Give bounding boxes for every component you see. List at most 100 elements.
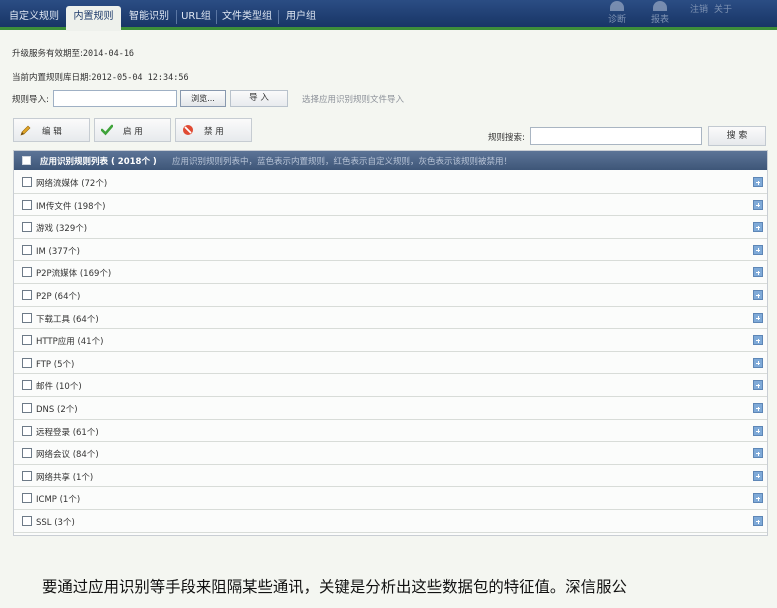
row-checkbox[interactable] — [22, 403, 32, 413]
expand-icon[interactable] — [753, 335, 763, 346]
expand-icon[interactable] — [753, 222, 763, 233]
table-row[interactable]: HTTP应用 (41个) — [14, 329, 767, 352]
check-icon — [101, 124, 113, 136]
row-checkbox[interactable] — [22, 244, 32, 255]
row-category-label: 下载工具 (64个) — [36, 314, 99, 325]
logout-link[interactable]: 注销 — [690, 2, 708, 15]
row-checkbox[interactable] — [22, 357, 32, 368]
table-row[interactable]: SSL (3个) — [14, 510, 767, 533]
table-row[interactable]: 网络共享 (1个) — [14, 465, 767, 488]
table-row[interactable]: 游戏 (329个) — [14, 216, 767, 239]
table-header: 应用识别规则列表 ( 2018个 ) 应用识别规则列表中，蓝色表示内置规则，红色… — [14, 151, 767, 170]
table-row[interactable]: 远程登录 (61个) — [14, 420, 767, 443]
expand-icon[interactable] — [753, 493, 763, 504]
diagnose-button[interactable]: 诊断 — [605, 1, 629, 25]
row-category-label: P2P流媒体 (169个) — [36, 269, 112, 280]
row-category-label: 游戏 (329个) — [36, 224, 88, 235]
row-category-label: IM (377个) — [36, 246, 80, 257]
select-all-checkbox[interactable] — [22, 156, 31, 165]
diagnose-label: 诊断 — [607, 15, 626, 25]
import-button[interactable]: 导 入 — [230, 90, 288, 107]
diagnose-icon — [610, 1, 624, 11]
browse-button[interactable]: 浏览... — [180, 90, 226, 107]
disable-button[interactable]: 禁 用 — [175, 118, 252, 142]
search-button[interactable]: 搜 索 — [708, 126, 766, 146]
report-label: 报表 — [650, 15, 669, 25]
row-checkbox[interactable] — [22, 312, 32, 323]
row-category-label: ICMP (1个) — [36, 495, 81, 506]
table-row[interactable]: 网络会议 (84个) — [14, 442, 767, 465]
row-checkbox[interactable] — [22, 335, 32, 346]
expand-icon[interactable] — [753, 290, 763, 300]
table-row[interactable]: FTP (5个) — [14, 352, 767, 375]
rule-search-input[interactable] — [530, 127, 702, 145]
tab-custom-rules[interactable]: 自定义规则 — [4, 6, 64, 30]
enable-button[interactable]: 启 用 — [94, 118, 171, 142]
tab-user-group[interactable]: 用户组 — [279, 6, 323, 30]
table-row[interactable]: 网络流媒体 (72个) — [14, 171, 767, 194]
table-row[interactable]: IM传文件 (198个) — [14, 194, 767, 217]
rule-import-file-input[interactable] — [53, 90, 177, 107]
expand-icon[interactable] — [753, 199, 763, 210]
row-category-label: 邮件 (10个) — [36, 382, 82, 393]
row-checkbox[interactable] — [22, 290, 32, 300]
expand-icon[interactable] — [753, 470, 763, 481]
about-link[interactable]: 关于 — [714, 2, 732, 15]
row-checkbox[interactable] — [22, 516, 32, 526]
row-checkbox[interactable] — [22, 448, 32, 459]
tab-url-group[interactable]: URL组 — [177, 6, 215, 30]
expand-icon[interactable] — [753, 516, 763, 526]
row-checkbox[interactable] — [22, 425, 32, 436]
row-category-label: P2P (64个) — [36, 292, 81, 302]
row-checkbox[interactable] — [22, 380, 32, 391]
edit-button[interactable]: 编 辑 — [13, 118, 90, 142]
tab-builtin-rules[interactable]: 内置规则 — [66, 6, 121, 31]
edit-label: 编 辑 — [42, 127, 62, 137]
row-checkbox[interactable] — [22, 493, 32, 504]
top-nav-bar: 自定义规则 内置规则 智能识别 URL组 文件类型组 用户组 诊断 报表 注销 … — [0, 0, 777, 31]
expand-icon[interactable] — [753, 357, 763, 368]
expand-icon[interactable] — [753, 244, 763, 255]
expand-icon[interactable] — [753, 425, 763, 436]
row-category-label: 网络流媒体 (72个) — [36, 179, 108, 189]
table-row[interactable] — [14, 533, 767, 535]
table-row[interactable]: P2P (64个) — [14, 284, 767, 307]
expand-icon[interactable] — [753, 448, 763, 459]
expand-icon[interactable] — [753, 380, 763, 391]
rule-import-label: 规则导入: — [12, 95, 49, 105]
row-checkbox[interactable] — [22, 177, 32, 187]
import-hint: 选择应用识别规则文件导入 — [302, 95, 405, 105]
table-row[interactable]: DNS (2个) — [14, 397, 767, 420]
row-category-label: FTP (5个) — [36, 359, 75, 370]
rule-search-label: 规则搜索: — [488, 133, 525, 143]
enable-label: 启 用 — [123, 127, 143, 137]
service-expiry-value: 2014-04-16 — [82, 49, 135, 59]
prohibit-icon — [183, 125, 193, 135]
report-button[interactable]: 报表 — [648, 1, 672, 25]
expand-icon[interactable] — [753, 267, 763, 278]
row-category-label: DNS (2个) — [36, 405, 78, 415]
expand-icon[interactable] — [753, 403, 763, 413]
rule-lib-date-line: 当前内置规则库日期:2012-05-04 12:34:56 — [12, 71, 189, 83]
rule-lib-date-value: 2012-05-04 12:34:56 — [91, 73, 189, 83]
report-icon — [653, 1, 667, 11]
tab-file-type-group[interactable]: 文件类型组 — [217, 6, 277, 30]
table-row[interactable]: IM (377个) — [14, 239, 767, 262]
row-checkbox[interactable] — [22, 199, 32, 210]
row-category-label: 远程登录 (61个) — [36, 427, 99, 438]
row-checkbox[interactable] — [22, 222, 32, 233]
row-category-label: HTTP应用 (41个) — [36, 337, 104, 348]
table-row[interactable]: 下载工具 (64个) — [14, 307, 767, 330]
service-expiry-label: 升级服务有效期至: — [12, 49, 83, 59]
row-category-label: 网络会议 (84个) — [36, 450, 99, 461]
disable-label: 禁 用 — [204, 127, 224, 137]
expand-icon[interactable] — [753, 177, 763, 187]
row-checkbox[interactable] — [22, 470, 32, 481]
expand-icon[interactable] — [753, 312, 763, 323]
table-row[interactable]: 邮件 (10个) — [14, 374, 767, 397]
row-checkbox[interactable] — [22, 267, 32, 278]
rule-lib-date-label: 当前内置规则库日期: — [12, 73, 92, 83]
table-row[interactable]: P2P流媒体 (169个) — [14, 261, 767, 284]
tab-smart-recognition[interactable]: 智能识别 — [123, 6, 175, 30]
table-row[interactable]: ICMP (1个) — [14, 487, 767, 510]
